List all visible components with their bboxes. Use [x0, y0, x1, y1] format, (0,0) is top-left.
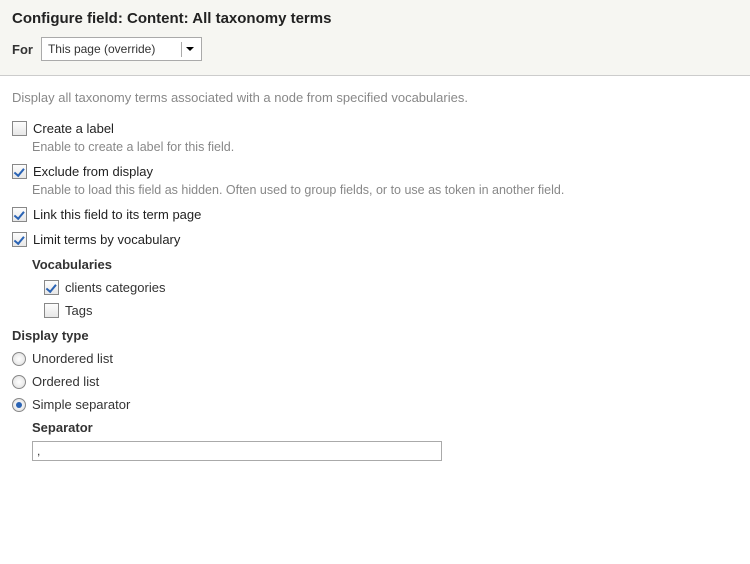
link-term-text: Link this field to its term page	[33, 207, 201, 222]
limit-vocab-text: Limit terms by vocabulary	[33, 232, 180, 247]
simple-separator-label: Simple separator	[32, 397, 130, 412]
dialog-header: Configure field: Content: All taxonomy t…	[0, 0, 750, 76]
limit-vocab-checkbox[interactable]	[12, 232, 27, 247]
separator-label: Separator	[32, 420, 738, 435]
display-type-unordered: Unordered list	[12, 351, 738, 366]
exclude-checkbox[interactable]	[12, 164, 27, 179]
unordered-label: Unordered list	[32, 351, 113, 366]
option-link-term: Link this field to its term page	[12, 207, 738, 222]
create-label-desc: Enable to create a label for this field.	[32, 140, 738, 154]
vocab-item-clients-categories: clients categories	[44, 280, 738, 295]
scope-label: For	[12, 42, 33, 57]
scope-select[interactable]: This page (override)	[41, 37, 202, 61]
display-type-ordered: Ordered list	[12, 374, 738, 389]
create-label-checkbox[interactable]	[12, 121, 27, 136]
intro-text: Display all taxonomy terms associated wi…	[12, 90, 738, 105]
vocab-tags-label: Tags	[65, 303, 92, 318]
vocab-clients-categories-label: clients categories	[65, 280, 165, 295]
create-label-text: Create a label	[33, 121, 114, 136]
display-type-simple: Simple separator	[12, 397, 738, 412]
ordered-label: Ordered list	[32, 374, 99, 389]
vocab-sub-block: Vocabularies clients categories Tags	[32, 257, 738, 318]
option-exclude: Exclude from display Enable to load this…	[12, 164, 738, 197]
display-type-heading: Display type	[12, 328, 738, 343]
dialog-body: Display all taxonomy terms associated wi…	[0, 76, 750, 481]
option-create-label: Create a label Enable to create a label …	[12, 121, 738, 154]
link-term-checkbox[interactable]	[12, 207, 27, 222]
vocab-tags-checkbox[interactable]	[44, 303, 59, 318]
unordered-radio[interactable]	[12, 352, 26, 366]
vocab-item-tags: Tags	[44, 303, 738, 318]
scope-row: For This page (override)	[12, 37, 738, 61]
exclude-text: Exclude from display	[33, 164, 153, 179]
option-limit-vocab: Limit terms by vocabulary Vocabularies c…	[12, 232, 738, 318]
dialog-title: Configure field: Content: All taxonomy t…	[12, 10, 738, 27]
separator-input[interactable]	[32, 441, 442, 461]
vocab-clients-categories-checkbox[interactable]	[44, 280, 59, 295]
vocab-heading: Vocabularies	[32, 257, 738, 272]
chevron-down-icon	[181, 42, 197, 57]
ordered-radio[interactable]	[12, 375, 26, 389]
exclude-desc: Enable to load this field as hidden. Oft…	[32, 183, 738, 197]
separator-block: Separator	[32, 420, 738, 461]
simple-separator-radio[interactable]	[12, 398, 26, 412]
scope-select-value: This page (override)	[48, 42, 155, 56]
